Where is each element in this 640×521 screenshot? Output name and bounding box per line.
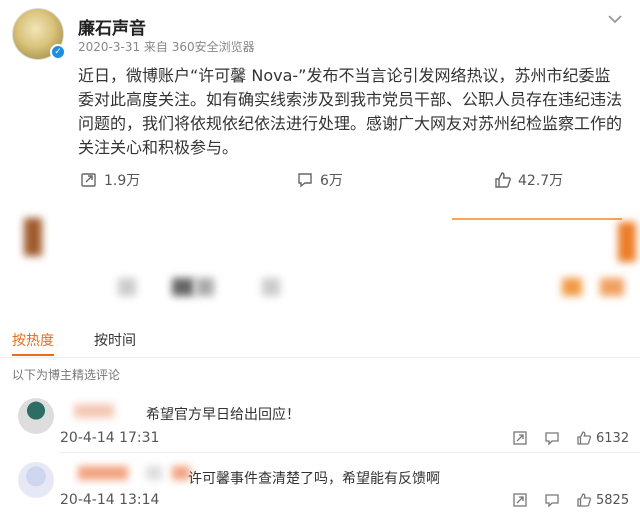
comment-like[interactable]: 5825 bbox=[576, 492, 629, 508]
mosaic-username bbox=[74, 404, 114, 418]
repost-count: 1.9万 bbox=[104, 173, 141, 189]
mosaic-block bbox=[562, 278, 582, 296]
like-icon bbox=[495, 172, 511, 188]
tab-hot[interactable]: 按热度 bbox=[12, 330, 54, 356]
mosaic-block bbox=[262, 278, 280, 296]
mosaic-block bbox=[618, 222, 636, 262]
tab-time[interactable]: 按时间 bbox=[94, 330, 136, 356]
comment-icon[interactable] bbox=[544, 492, 560, 508]
like-button[interactable]: 42.7万 bbox=[494, 170, 563, 190]
repost-button[interactable]: 1.9万 bbox=[80, 170, 140, 190]
mosaic-line bbox=[452, 218, 622, 220]
comment-count: 6万 bbox=[320, 173, 343, 189]
comment-time: 20-4-14 13:14 bbox=[60, 492, 160, 508]
comment-button[interactable]: 6万 bbox=[296, 170, 343, 190]
comment-like-count: 5825 bbox=[596, 492, 630, 508]
mosaic-block bbox=[24, 218, 42, 256]
mosaic-block bbox=[600, 278, 624, 296]
like-icon bbox=[577, 493, 592, 507]
post-content: 近日，微博账户“许可馨 Nova-”发布不当言论引发网络热议，苏州市纪委监委对此… bbox=[78, 66, 623, 157]
like-count: 42.7万 bbox=[518, 173, 564, 189]
comment-sort-tabs: 按热度 按时间 bbox=[12, 330, 136, 356]
divider bbox=[0, 357, 640, 358]
author-name[interactable]: 廉石声音 bbox=[78, 14, 146, 39]
post-meta: 2020-3-31 来自 360安全浏览器 bbox=[78, 40, 255, 54]
commenter-avatar[interactable] bbox=[18, 398, 54, 434]
comment-text: 希望官方早日给出回应！ bbox=[146, 407, 300, 423]
comment-text: 许可馨事件查清楚了吗，希望能有反馈啊 bbox=[188, 471, 440, 487]
comment-time: 20-4-14 17:31 bbox=[60, 430, 160, 446]
repost-icon[interactable] bbox=[512, 492, 528, 508]
verified-badge-icon: ✓ bbox=[50, 44, 66, 60]
comment-icon bbox=[298, 173, 312, 188]
chevron-down-icon[interactable] bbox=[604, 8, 626, 30]
comment-like[interactable]: 6132 bbox=[576, 430, 629, 446]
mosaic-username bbox=[78, 466, 128, 480]
comment-like-count: 6132 bbox=[596, 430, 630, 446]
mosaic-block bbox=[118, 278, 136, 296]
selected-comments-note: 以下为博主精选评论 bbox=[12, 368, 121, 382]
mosaic-username bbox=[146, 466, 162, 480]
repost-icon[interactable] bbox=[512, 430, 528, 446]
divider bbox=[60, 452, 640, 453]
repost-icon bbox=[81, 173, 96, 187]
mosaic-block bbox=[172, 278, 194, 296]
comment-actions: 5825 bbox=[512, 492, 629, 508]
comment-icon[interactable] bbox=[544, 430, 560, 446]
commenter-avatar[interactable] bbox=[18, 462, 54, 498]
like-icon bbox=[577, 431, 592, 445]
mosaic-block bbox=[196, 278, 214, 296]
comment-actions: 6132 bbox=[512, 430, 629, 446]
